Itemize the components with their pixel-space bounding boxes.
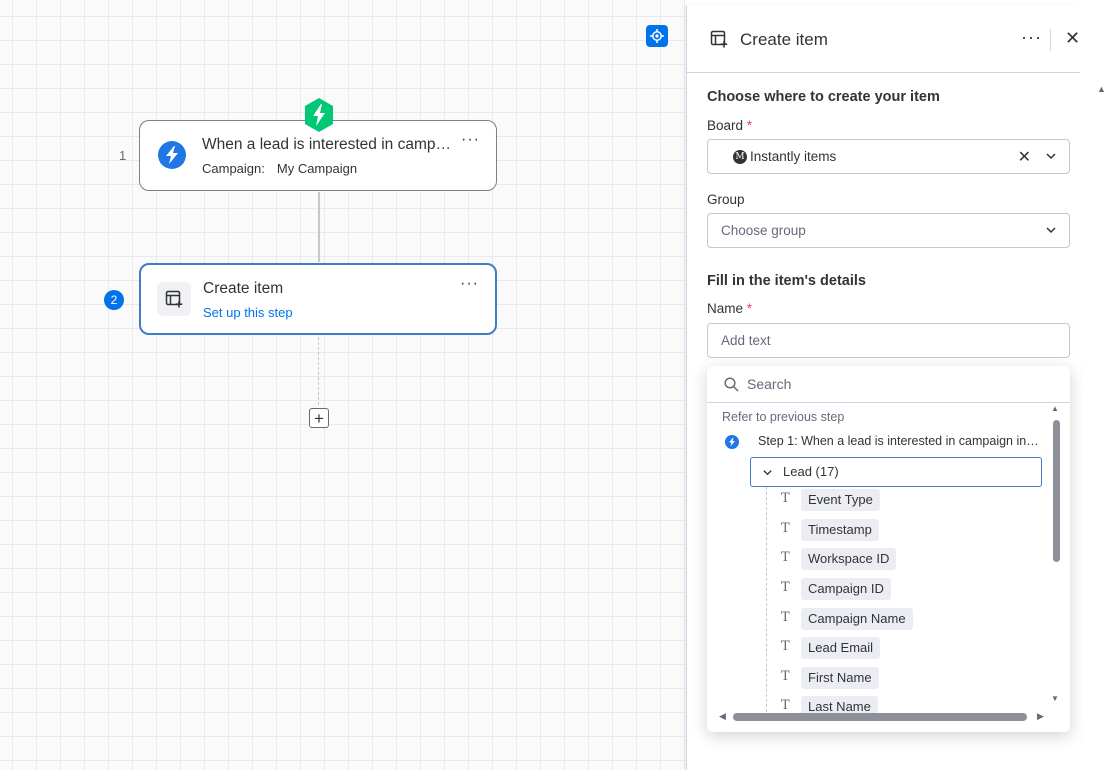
text-type-icon: T [781, 491, 790, 506]
group-select[interactable]: Choose group [707, 213, 1070, 248]
chevron-down-icon[interactable] [1045, 150, 1057, 162]
campaign-label: Campaign: [202, 161, 265, 176]
text-type-icon: T [781, 550, 790, 565]
trigger-campaign: Campaign: My Campaign [202, 161, 357, 176]
text-type-icon: T [781, 610, 790, 625]
recenter-button[interactable] [646, 25, 668, 47]
scroll-down-arrow[interactable]: ▼ [1051, 694, 1059, 703]
previous-step-section-label: Refer to previous step [722, 410, 845, 424]
horizontal-scrollbar[interactable] [733, 713, 1027, 721]
action-more-button[interactable]: ··· [460, 275, 479, 293]
group-placeholder: Choose group [721, 223, 806, 238]
required-marker: * [746, 118, 753, 133]
scroll-up-arrow[interactable]: ▲ [1051, 404, 1059, 413]
campaign-value: My Campaign [276, 161, 358, 176]
field-chip: Campaign ID [801, 578, 891, 600]
text-type-icon: T [781, 669, 790, 684]
panel-more-button[interactable]: ··· [1021, 27, 1042, 48]
name-placeholder: Add text [721, 333, 771, 348]
field-chip: Event Type [801, 489, 880, 511]
group-label: Group [707, 192, 745, 207]
step-number-2-badge: 2 [104, 290, 124, 310]
close-button[interactable]: ✕ [1065, 28, 1080, 49]
setup-step-link[interactable]: Set up this step [203, 305, 293, 320]
search-icon [724, 377, 739, 392]
board-label-text: Board [707, 118, 744, 133]
create-item-icon [157, 282, 191, 316]
board-select[interactable]: M Instantly items ✕ [707, 139, 1070, 174]
trigger-title: When a lead is interested in campaign [202, 136, 452, 153]
connector-line [318, 192, 320, 262]
lead-group-label: Lead (17) [783, 464, 839, 479]
header-divider [1050, 29, 1051, 51]
trigger-more-button[interactable]: ··· [461, 131, 480, 149]
trigger-hexagon-icon [305, 98, 333, 132]
vertical-scrollbar[interactable] [1053, 420, 1060, 562]
name-input[interactable]: Add text [707, 323, 1070, 358]
field-chip: Campaign Name [801, 608, 913, 630]
lightning-icon [158, 141, 186, 169]
section-title-location: Choose where to create your item [707, 89, 940, 105]
scroll-right-arrow[interactable]: ▶ [1037, 711, 1044, 722]
create-item-icon [710, 30, 728, 48]
panel-title: Create item [740, 30, 828, 49]
name-label: Name * [707, 301, 752, 316]
panel-scroll-up-arrow[interactable]: ▲ [1097, 84, 1106, 94]
chevron-down-icon[interactable] [1045, 224, 1057, 236]
target-icon [650, 29, 664, 43]
action-title: Create item [203, 280, 284, 297]
tree-guide-line [766, 487, 767, 717]
scroll-left-arrow[interactable]: ◀ [719, 711, 726, 722]
board-logo-icon: M [733, 150, 747, 164]
field-chip: Timestamp [801, 519, 879, 541]
field-chip: Workspace ID [801, 548, 897, 570]
text-type-icon: T [781, 580, 790, 595]
board-label: Board * [707, 118, 752, 133]
workflow-canvas[interactable]: 1 2 When a lead is interested in campaig… [0, 0, 686, 770]
dropdown-search[interactable]: Search [707, 366, 1070, 403]
name-label-text: Name [707, 301, 744, 316]
add-step-button[interactable]: + [309, 408, 329, 428]
lead-group-toggle[interactable]: Lead (17) [750, 457, 1042, 487]
previous-step-item[interactable]: Step 1: When a lead is interested in cam… [725, 433, 1045, 451]
step-number-1: 1 [119, 148, 127, 163]
text-type-icon: T [781, 521, 790, 536]
clear-board-button[interactable]: ✕ [1018, 147, 1031, 167]
required-marker: * [746, 301, 753, 316]
field-chip: First Name [801, 667, 879, 689]
board-value: Instantly items [750, 149, 837, 164]
text-type-icon: T [781, 639, 790, 654]
action-node[interactable]: Create item Set up this step ··· [139, 263, 497, 335]
chevron-down-icon [763, 470, 772, 476]
section-title-details: Fill in the item's details [707, 273, 866, 289]
previous-step-text: Step 1: When a lead is interested in cam… [758, 434, 1040, 448]
field-chip: Lead Email [801, 637, 881, 659]
text-type-icon: T [781, 698, 790, 713]
connector-dashed-line [318, 337, 319, 405]
panel-header: Create item ··· ✕ [687, 6, 1080, 73]
search-input[interactable]: Search [747, 376, 791, 392]
lightning-icon [725, 435, 739, 449]
variable-picker-dropdown: Search Refer to previous step Step 1: Wh… [707, 366, 1070, 732]
